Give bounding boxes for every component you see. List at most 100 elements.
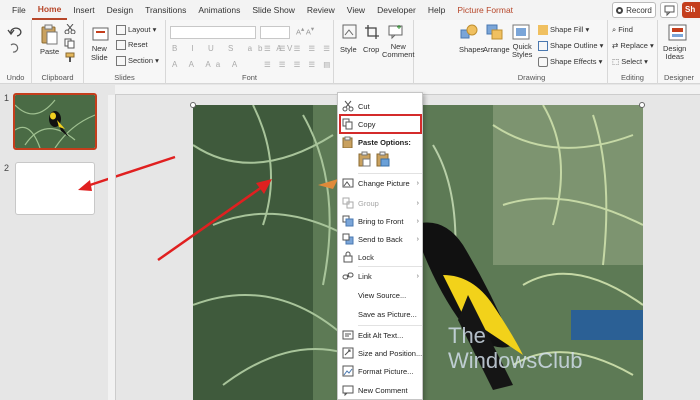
paste-option-buttons bbox=[358, 151, 398, 171]
arrange-button[interactable]: Arrange bbox=[483, 45, 510, 54]
layout-icon bbox=[116, 25, 126, 36]
paste-keep-formatting-icon[interactable] bbox=[358, 151, 372, 167]
shapes-icon[interactable] bbox=[460, 24, 478, 40]
watermark-windowsclub: WindowsClub bbox=[448, 348, 583, 373]
redo-icon[interactable] bbox=[7, 42, 25, 54]
new-slide-button[interactable]: New Slide bbox=[91, 44, 108, 62]
replace-button[interactable]: ⇄ Replace ▾ bbox=[612, 41, 654, 50]
comments-button[interactable] bbox=[660, 2, 678, 18]
style-icon[interactable] bbox=[342, 24, 358, 40]
group-icon bbox=[342, 197, 354, 209]
crop-button[interactable]: Crop bbox=[363, 45, 379, 54]
copy-highlight-box bbox=[339, 114, 422, 134]
menu-item-bring-to-front[interactable]: Bring to Front › bbox=[338, 212, 424, 230]
design-ideas-button[interactable]: Design Ideas bbox=[663, 45, 686, 61]
font-grow-button[interactable]: A▴ A▾ bbox=[296, 26, 314, 37]
menu-item-format-picture-label: Format Picture... bbox=[358, 366, 414, 376]
format-painter-icon[interactable] bbox=[64, 52, 76, 63]
menu-item-change-picture-label: Change Picture bbox=[358, 178, 410, 188]
arrange-icon[interactable] bbox=[486, 24, 504, 40]
tab-help[interactable]: Help bbox=[422, 0, 451, 20]
designer-group: Design Ideas Designer bbox=[658, 20, 700, 84]
align-buttons[interactable]: ☰ ☰ ☰ ☰ ▤ bbox=[264, 60, 333, 69]
record-button[interactable]: Record bbox=[612, 2, 656, 18]
editing-group: ⌕ Find ⇄ Replace ▾ ⬚ Select ▾ Editing bbox=[608, 20, 658, 84]
section-label: Section bbox=[128, 56, 154, 65]
slide-number-2: 2 bbox=[4, 163, 10, 173]
slide-thumbnail-1[interactable] bbox=[13, 93, 97, 150]
menu-item-format-picture[interactable]: Format Picture... bbox=[338, 362, 424, 380]
picture-tools-group: Style Crop New Comment bbox=[334, 20, 415, 84]
shape-effects-icon bbox=[538, 57, 548, 68]
section-button[interactable]: Section ▾ bbox=[116, 56, 159, 67]
menu-item-view-source[interactable]: View Source... bbox=[338, 286, 424, 304]
menu-item-save-as-picture[interactable]: Save as Picture... bbox=[338, 305, 424, 323]
reset-button[interactable]: Reset bbox=[116, 40, 148, 51]
menu-item-bring-to-front-label: Bring to Front bbox=[358, 216, 404, 226]
tab-developer[interactable]: Developer bbox=[371, 0, 422, 20]
new-slide-icon[interactable] bbox=[92, 25, 110, 43]
lock-icon bbox=[343, 251, 353, 263]
tab-transitions[interactable]: Transitions bbox=[139, 0, 192, 20]
crop-icon[interactable] bbox=[364, 24, 380, 40]
cut-icon[interactable] bbox=[64, 24, 76, 34]
undo-icon[interactable] bbox=[7, 26, 25, 38]
layout-button[interactable]: Layout ▾ bbox=[116, 25, 156, 36]
paste-button[interactable]: Paste bbox=[40, 47, 59, 56]
tab-review[interactable]: Review bbox=[301, 0, 341, 20]
select-button[interactable]: ⬚ Select ▾ bbox=[612, 57, 648, 66]
tab-view[interactable]: View bbox=[341, 0, 371, 20]
paste-picture-icon[interactable] bbox=[376, 151, 390, 167]
find-button[interactable]: ⌕ Find bbox=[612, 25, 633, 35]
resize-handle-top-right[interactable] bbox=[639, 102, 645, 108]
menu-item-edit-alt-text[interactable]: Edit Alt Text... bbox=[338, 326, 424, 344]
quick-styles-button[interactable]: Quick Styles bbox=[512, 43, 532, 59]
menu-item-change-picture[interactable]: Change Picture › bbox=[338, 174, 424, 192]
style-button[interactable]: Style bbox=[340, 45, 357, 54]
menu-item-save-as-picture-label: Save as Picture... bbox=[358, 309, 417, 319]
shape-effects-button[interactable]: Shape Effects ▾ bbox=[538, 57, 602, 68]
menu-item-lock[interactable]: Lock bbox=[338, 248, 424, 266]
shape-outline-button[interactable]: Shape Outline ▾ bbox=[538, 41, 603, 52]
menu-item-size-and-position[interactable]: Size and Position... bbox=[338, 344, 424, 362]
menu-item-send-to-back[interactable]: Send to Back › bbox=[338, 230, 424, 248]
new-comment-icon[interactable] bbox=[388, 24, 404, 40]
menu-item-group[interactable]: Group › bbox=[338, 194, 424, 212]
tab-slide-show[interactable]: Slide Show bbox=[246, 0, 301, 20]
ribbon: Undo Paste Clipboard New Slide Layout ▾ … bbox=[0, 20, 700, 84]
new-comment-button[interactable]: New Comment bbox=[382, 43, 415, 59]
tab-file[interactable]: File bbox=[6, 0, 32, 20]
paragraph-buttons[interactable]: ☰ ☰ ☰ ☰ ☰ bbox=[264, 44, 333, 53]
resize-handle-top-left[interactable] bbox=[190, 102, 196, 108]
designer-group-label: Designer bbox=[663, 73, 694, 82]
clipboard-group-label: Clipboard bbox=[41, 73, 74, 82]
quick-styles-icon[interactable] bbox=[512, 24, 530, 40]
clipboard-group: Paste Clipboard bbox=[32, 20, 84, 84]
change-picture-icon bbox=[342, 178, 354, 188]
font-size-box[interactable] bbox=[260, 26, 290, 39]
font-group: A▴ A▾ B I U S ab AV A A Aa A ☰ ☰ ☰ ☰ ☰ ☰… bbox=[166, 20, 334, 84]
tab-home[interactable]: Home bbox=[31, 0, 68, 20]
reset-label: Reset bbox=[128, 40, 148, 49]
font-name-box[interactable] bbox=[170, 26, 256, 39]
submenu-arrow-icon: › bbox=[416, 272, 419, 280]
red-arrow-annotation-2 bbox=[157, 179, 272, 262]
tab-animations[interactable]: Animations bbox=[192, 0, 246, 20]
tab-picture-format[interactable]: Picture Format bbox=[451, 0, 519, 20]
share-button[interactable]: Sh bbox=[682, 2, 700, 18]
menu-item-new-comment[interactable]: New Comment bbox=[338, 381, 424, 399]
paste-icon[interactable] bbox=[40, 23, 58, 45]
format-picture-icon bbox=[342, 365, 354, 377]
menu-item-cut[interactable]: Cut bbox=[338, 97, 424, 115]
copy-icon[interactable] bbox=[64, 38, 76, 49]
tab-design[interactable]: Design bbox=[101, 0, 139, 20]
shape-fill-button[interactable]: Shape Fill ▾ bbox=[538, 25, 589, 36]
menu-item-view-source-label: View Source... bbox=[358, 290, 407, 300]
menu-item-link[interactable]: Link › bbox=[338, 267, 424, 285]
design-ideas-icon[interactable] bbox=[668, 24, 688, 42]
shapes-button[interactable]: Shapes bbox=[459, 45, 484, 54]
replace-label: Replace bbox=[620, 41, 648, 50]
find-icon: ⌕ bbox=[612, 25, 617, 34]
font-color-buttons[interactable]: A A Aa A bbox=[172, 60, 242, 69]
tab-insert[interactable]: Insert bbox=[67, 0, 100, 20]
